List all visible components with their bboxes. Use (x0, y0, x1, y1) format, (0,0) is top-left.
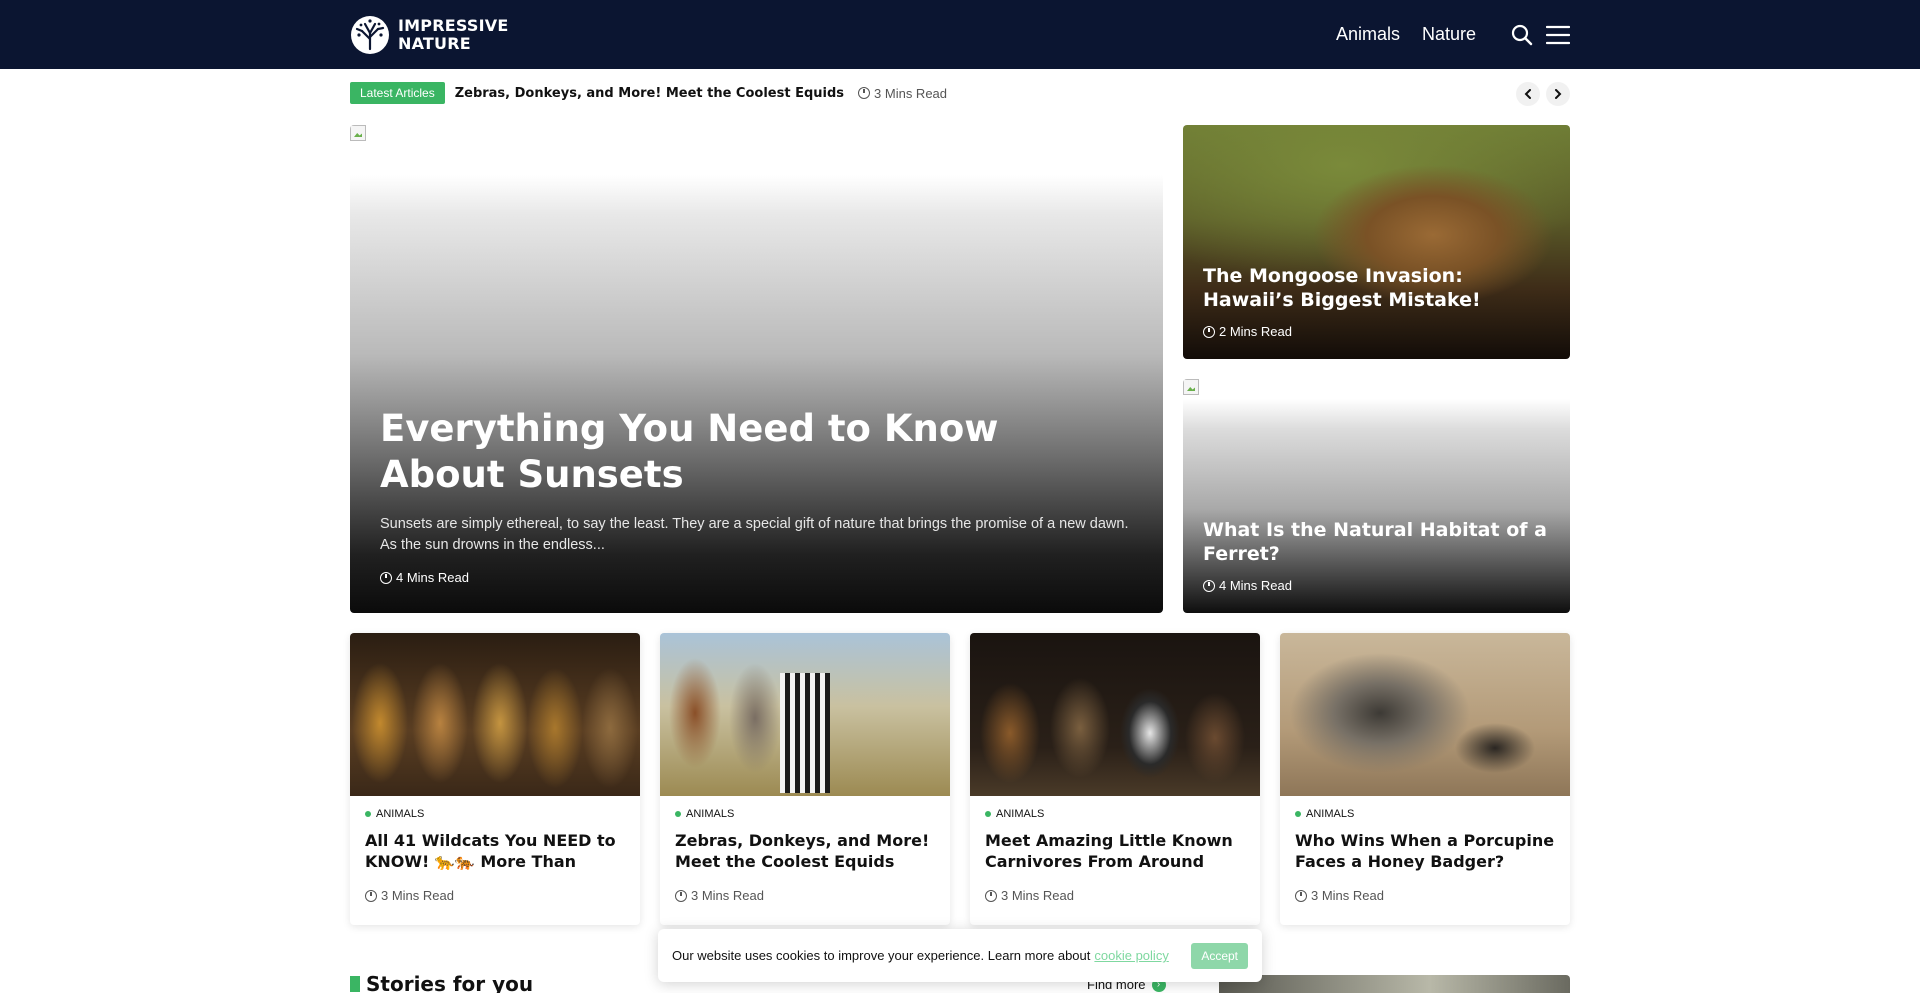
hero-read-time: 4 Mins Read (380, 570, 1133, 585)
article-card[interactable]: ANIMALS Who Wins When a Porcupine Faces … (1280, 633, 1570, 925)
side-article-card[interactable]: The Mongoose Invasion: Hawaii’s Biggest … (1183, 125, 1570, 359)
article-read-time-text: 3 Mins Read (381, 888, 454, 903)
side-card-read-time-text: 2 Mins Read (1219, 324, 1292, 339)
article-read-time-text: 3 Mins Read (691, 888, 764, 903)
category-dot-icon (985, 811, 991, 817)
tree-logo-icon (351, 16, 389, 54)
article-card[interactable]: ANIMALS All 41 Wildcats You NEED to KNOW… (350, 633, 640, 925)
latest-articles-badge: Latest Articles (350, 82, 445, 104)
category-dot-icon (365, 811, 371, 817)
side-card-read-time: 4 Mins Read (1203, 578, 1550, 593)
article-read-time: 3 Mins Read (1295, 888, 1555, 903)
side-article-card[interactable]: What Is the Natural Habitat of a Ferret?… (1183, 379, 1570, 613)
clock-icon (985, 889, 997, 902)
article-card-body: ANIMALS Meet Amazing Little Known Carniv… (970, 796, 1260, 903)
article-grid: ANIMALS All 41 Wildcats You NEED to KNOW… (350, 633, 1570, 925)
ticker-prev-button[interactable] (1516, 82, 1540, 106)
category-label: ANIMALS (996, 808, 1045, 820)
category-label: ANIMALS (376, 808, 425, 820)
section-accent-bar (350, 976, 360, 992)
hero-title[interactable]: Everything You Need to Know About Sunset… (380, 406, 1133, 498)
category-dot-icon (1295, 811, 1301, 817)
article-card-body: ANIMALS Zebras, Donkeys, and More! Meet … (660, 796, 950, 903)
ticker-next-button[interactable] (1546, 82, 1570, 106)
article-read-time: 3 Mins Read (365, 888, 625, 903)
cookie-accept-button[interactable]: Accept (1191, 942, 1248, 969)
category-label: ANIMALS (686, 808, 735, 820)
article-title[interactable]: Who Wins When a Porcupine Faces a Honey … (1295, 830, 1555, 872)
article-read-time-text: 3 Mins Read (1311, 888, 1384, 903)
clock-icon (380, 571, 392, 584)
cookie-policy-link[interactable]: cookie policy (1094, 948, 1168, 963)
article-title[interactable]: All 41 Wildcats You NEED to KNOW! 🐆🐅 Mor… (365, 830, 625, 872)
article-read-time: 3 Mins Read (675, 888, 935, 903)
article-image[interactable] (970, 633, 1260, 796)
chevron-right-icon (1555, 89, 1562, 99)
logo-line-1: IMPRESSIVE (398, 16, 509, 35)
article-image[interactable] (350, 633, 640, 796)
category-label: ANIMALS (1306, 808, 1355, 820)
logo-line-2: NATURE (398, 34, 471, 53)
nav-link-animals[interactable]: Animals (1336, 24, 1400, 45)
cookie-banner: Our website uses cookies to improve your… (658, 929, 1262, 982)
search-icon[interactable] (1510, 23, 1534, 47)
side-card-title[interactable]: The Mongoose Invasion: Hawaii’s Biggest … (1203, 264, 1550, 312)
site-logo[interactable]: IMPRESSIVE NATURE (350, 15, 508, 55)
ticker-read-time-text: 3 Mins Read (874, 85, 948, 101)
stories-section-heading: Stories for you (350, 972, 533, 993)
article-image[interactable] (1280, 633, 1570, 796)
clock-icon (1203, 579, 1215, 592)
article-card-body: ANIMALS All 41 Wildcats You NEED to KNOW… (350, 796, 640, 903)
category-tag[interactable]: ANIMALS (985, 808, 1245, 820)
article-title[interactable]: Zebras, Donkeys, and More! Meet the Cool… (675, 830, 935, 872)
ticker-article-link[interactable]: Zebras, Donkeys, and More! Meet the Cool… (455, 86, 844, 101)
article-card[interactable]: ANIMALS Meet Amazing Little Known Carniv… (970, 633, 1260, 925)
category-tag[interactable]: ANIMALS (365, 808, 625, 820)
clock-icon (675, 889, 687, 902)
hero-read-time-text: 4 Mins Read (396, 570, 469, 585)
stories-title: Stories for you (366, 972, 534, 993)
latest-articles-ticker: Latest Articles Zebras, Donkeys, and Mor… (350, 82, 1570, 106)
hero-article-card[interactable]: Everything You Need to Know About Sunset… (350, 125, 1163, 613)
article-read-time-text: 3 Mins Read (1001, 888, 1074, 903)
article-card-body: ANIMALS Who Wins When a Porcupine Faces … (1280, 796, 1570, 903)
article-read-time: 3 Mins Read (985, 888, 1245, 903)
hero-excerpt: Sunsets are simply ethereal, to say the … (380, 516, 1129, 553)
clock-icon (1203, 325, 1215, 338)
menu-icon[interactable] (1546, 23, 1570, 47)
cookie-text: Our website uses cookies to improve your… (672, 948, 1091, 963)
broken-image-icon (1183, 379, 1199, 395)
broken-image-icon (350, 125, 366, 141)
story-image[interactable] (1219, 975, 1570, 993)
side-card-read-time: 2 Mins Read (1203, 324, 1550, 339)
category-dot-icon (675, 811, 681, 817)
article-title[interactable]: Meet Amazing Little Known Carnivores Fro… (985, 830, 1245, 872)
logo-text: IMPRESSIVE NATURE (398, 17, 508, 53)
clock-icon (365, 889, 377, 902)
main-nav: Animals Nature (1336, 0, 1570, 69)
article-card[interactable]: ANIMALS Zebras, Donkeys, and More! Meet … (660, 633, 950, 925)
clock-icon (858, 87, 871, 99)
side-card-read-time-text: 4 Mins Read (1219, 578, 1292, 593)
ticker-arrows (1516, 82, 1570, 106)
top-navbar: IMPRESSIVE NATURE Animals Nature (0, 0, 1920, 69)
nav-link-nature[interactable]: Nature (1422, 24, 1476, 45)
clock-icon (1295, 889, 1307, 902)
category-tag[interactable]: ANIMALS (675, 808, 935, 820)
side-card-content: What Is the Natural Habitat of a Ferret?… (1203, 518, 1550, 593)
chevron-left-icon (1524, 89, 1531, 99)
ticker-read-time: 3 Mins Read (858, 86, 947, 101)
article-image[interactable] (660, 633, 950, 796)
hero-content: Everything You Need to Know About Sunset… (380, 406, 1133, 585)
category-tag[interactable]: ANIMALS (1295, 808, 1555, 820)
side-card-content: The Mongoose Invasion: Hawaii’s Biggest … (1203, 264, 1550, 339)
side-card-title[interactable]: What Is the Natural Habitat of a Ferret? (1203, 518, 1550, 566)
